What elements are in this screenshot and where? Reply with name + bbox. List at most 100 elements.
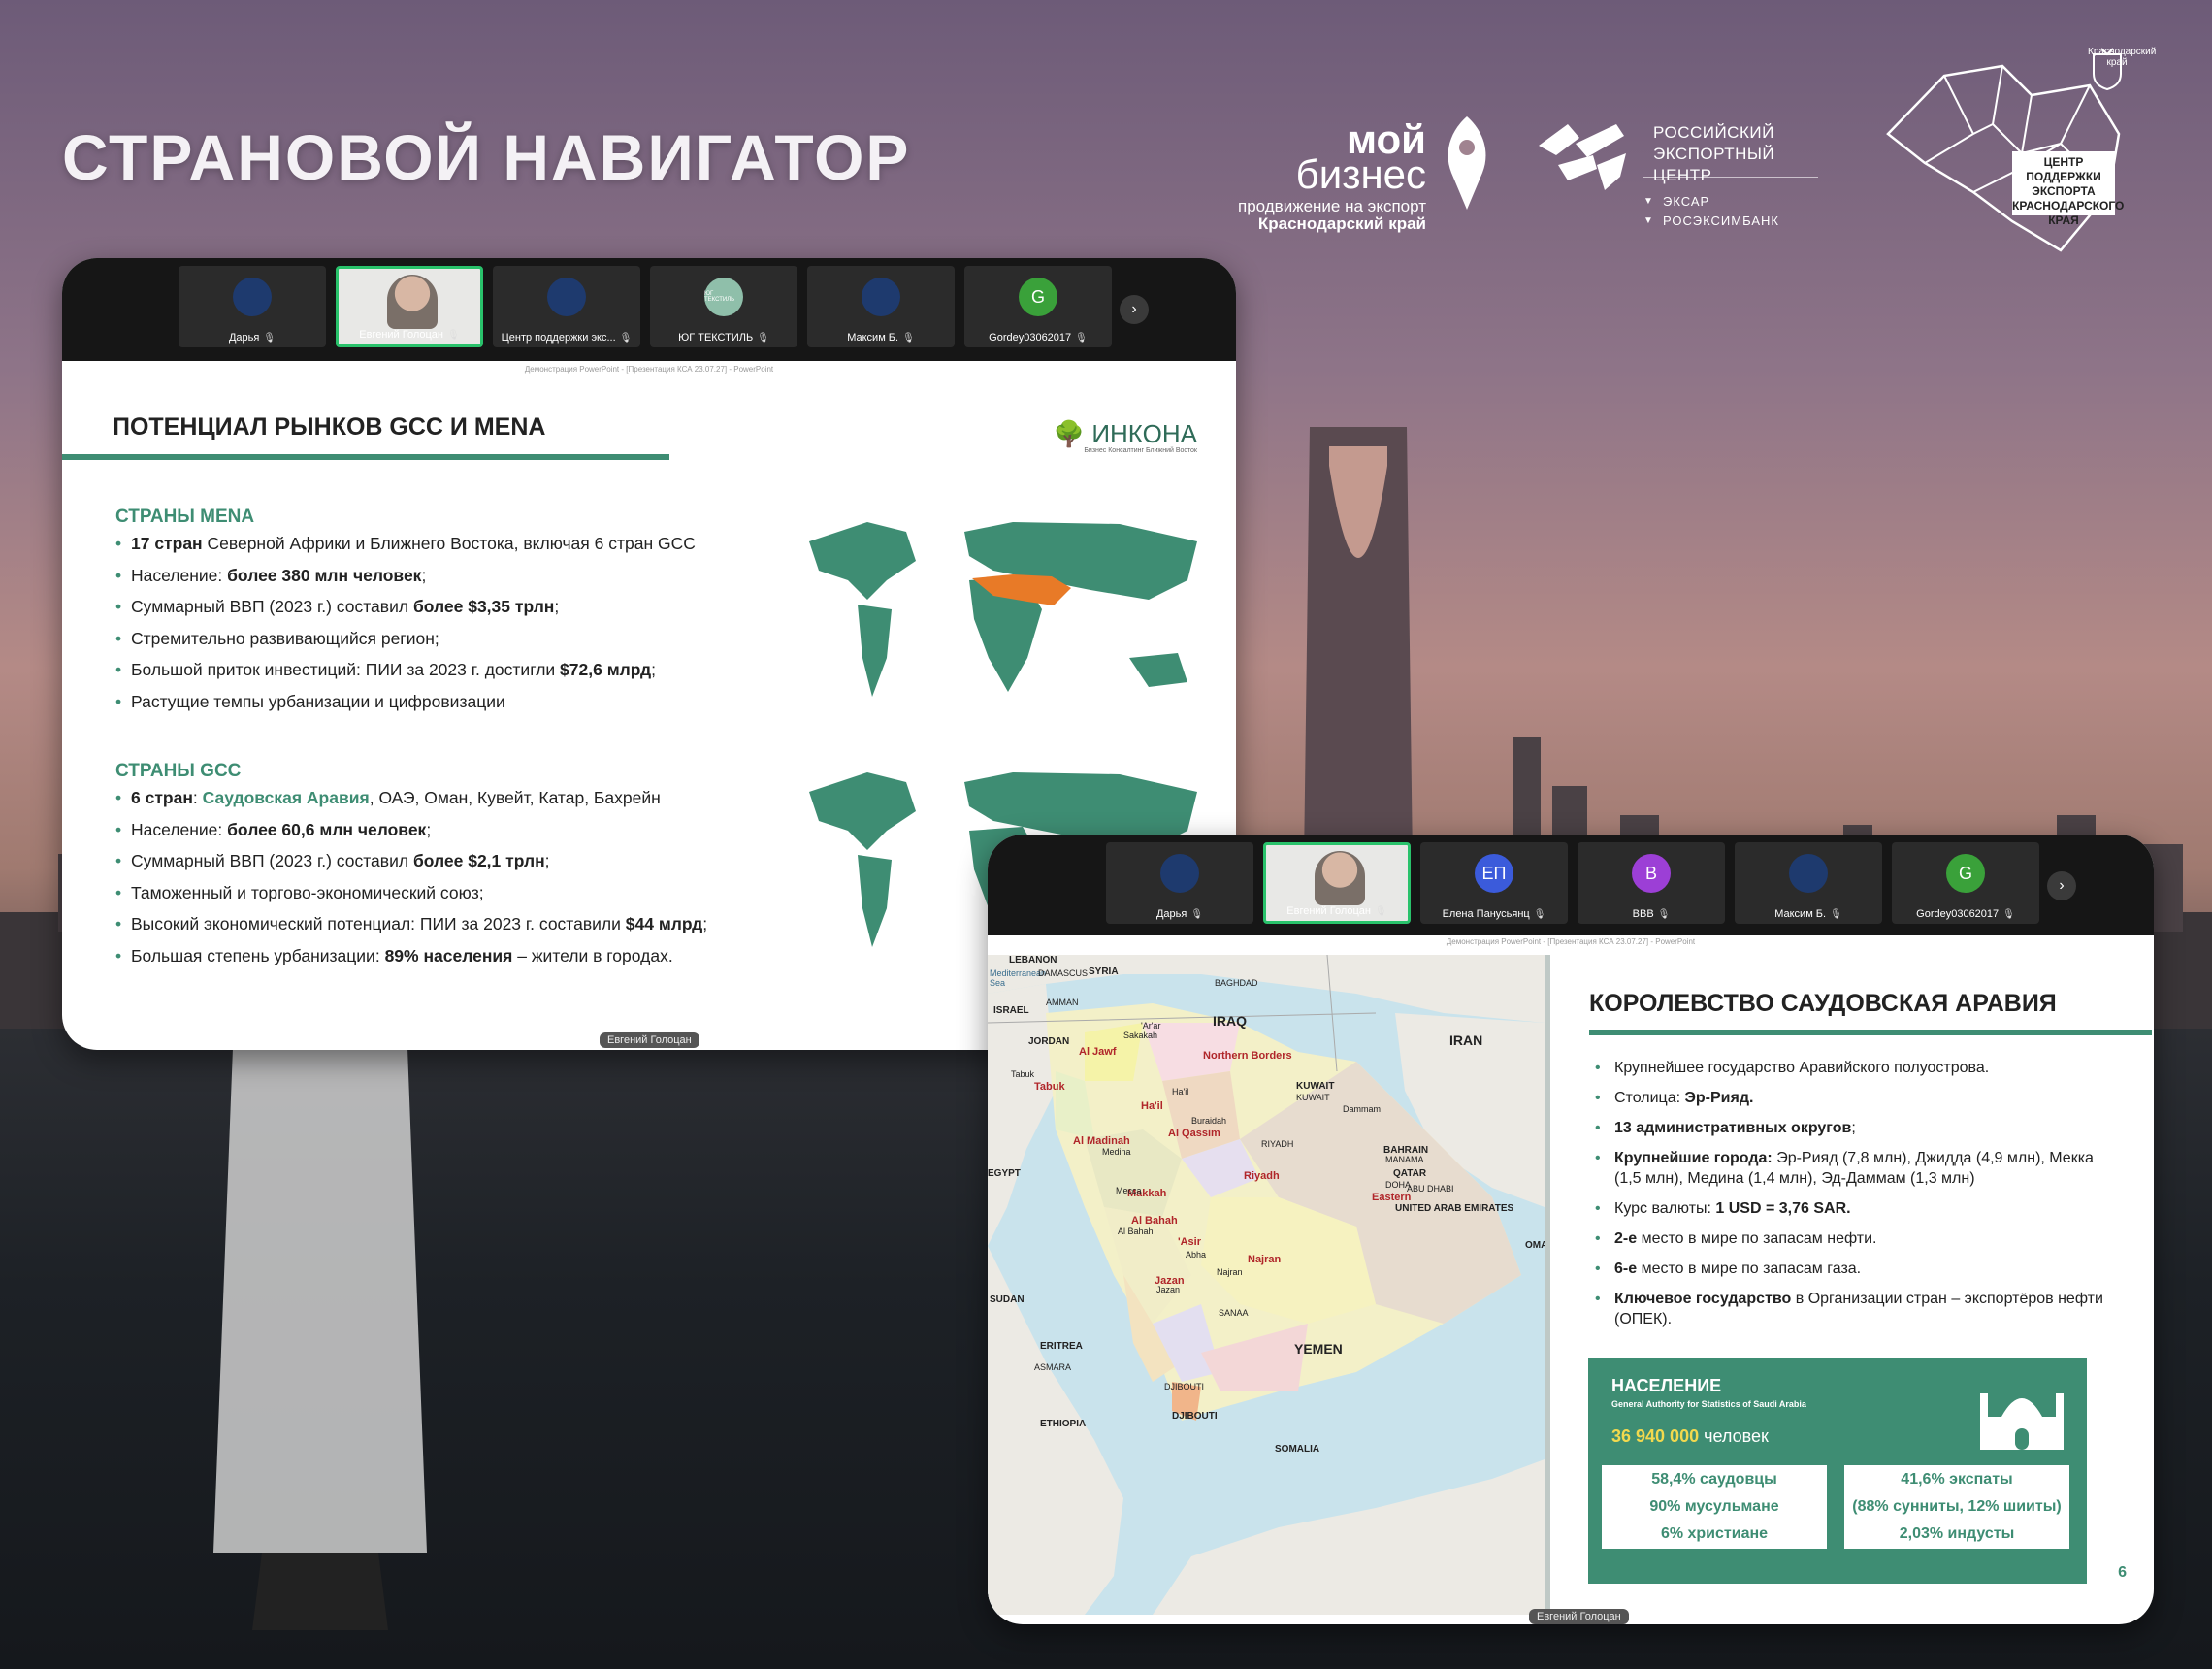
page-title: СТРАНОВОЙ НАВИГАТОР <box>62 121 911 193</box>
rec-mark-icon <box>1539 124 1626 190</box>
participant-avatar: G <box>1946 854 1985 893</box>
participant-tile[interactable]: G Gordey03062017 🎙 <box>1892 842 2039 924</box>
bullet-bold-text: $72,6 млрд <box>560 660 652 680</box>
saudi-arabia-map: LEBANON SYRIA ISRAEL JORDAN IRAQ IRAN KUWAIT BA… <box>988 955 1547 1615</box>
map-city-label: ASMARA <box>1034 1362 1072 1372</box>
map-city-label: Abha <box>1186 1250 1207 1260</box>
map-country-label: SYRIA <box>1089 966 1119 977</box>
participant-tile[interactable]: Дарья 🎙 <box>1106 842 1253 924</box>
bullet-text: Население: <box>131 565 228 585</box>
bullet-item: Население: более 60,6 млн человек; <box>115 814 707 846</box>
triangle-icon: ▼ <box>1643 196 1653 207</box>
muted-mic-icon: 🎙 <box>902 333 915 344</box>
map-country-label: SUDAN <box>990 1294 1025 1305</box>
participant-tile[interactable]: ЕП Елена Панусьянц 🎙 <box>1420 842 1568 924</box>
participant-name: Центр поддержки экс... 🎙 <box>493 332 640 344</box>
bullet-text: Стремительно развивающийся регион; <box>131 628 439 648</box>
participant-tile[interactable]: Евгений Голоцан 🎙 <box>336 266 483 347</box>
inkona-brand: ИНКОНА <box>1091 419 1197 448</box>
bullet-item: Высокий экономический потенциал: ПИИ за … <box>115 908 707 940</box>
next-participants-button[interactable]: › <box>2047 871 2076 900</box>
bullet-text: ; <box>554 597 560 617</box>
map-city-label: DAMASCUS <box>1038 968 1089 978</box>
map-region-label: Al Bahah <box>1131 1215 1178 1227</box>
bullet-bold-text: 1 USD = 3,76 SAR. <box>1715 1200 1851 1217</box>
map-country-label: LEBANON <box>1009 955 1057 965</box>
participant-tile[interactable]: G Gordey03062017 🎙 <box>964 266 1112 347</box>
population-unit: человек <box>1699 1426 1769 1446</box>
bullet-bold-text: более $2,1 трлн <box>412 851 545 871</box>
participant-tile[interactable]: Дарья 🎙 <box>179 266 326 347</box>
map-city-label: DJIBOUTI <box>1164 1382 1205 1391</box>
participant-avatar: ЕП <box>1475 854 1513 893</box>
participant-tile[interactable]: ЮГ ТЕКСТИЛЬ ЮГ ТЕКСТИЛЬ 🎙 <box>650 266 797 347</box>
map-region-label: Al Jawf <box>1079 1046 1117 1058</box>
rec-logo: РОССИЙСКИЙ ЭКСПОРТНЫЙ ЦЕНТР ▼ ЭКСАР ▼ РО… <box>1529 109 1820 235</box>
bullet-text: Население: <box>131 819 228 839</box>
bullet-text: место в мире по запасам газа. <box>1637 1260 1862 1277</box>
bullet-item: Большой приток инвестиций: ПИИ за 2023 г… <box>115 654 696 686</box>
bullet-text: ; <box>1851 1120 1856 1136</box>
participant-strip: Дарья 🎙 Евгений Голоцан 🎙 Центр поддержки эк… <box>62 258 1236 361</box>
map-country-label: DJIBOUTI <box>1172 1411 1218 1422</box>
map-country-label: KUWAIT <box>1296 1081 1335 1092</box>
participant-video <box>1315 851 1365 905</box>
muted-mic-icon: 🎙 <box>2002 909 2015 920</box>
participant-tile[interactable]: Евгений Голоцан 🎙 <box>1263 842 1411 924</box>
bullet-bold-text: более 380 млн человек <box>227 565 422 585</box>
bullet-item: Крупнейшее государство Аравийского полуо… <box>1591 1058 2115 1078</box>
map-city-label: Tabuk <box>1011 1069 1035 1079</box>
participant-name-text: Максим Б. <box>1774 908 1827 920</box>
bullet-item: Таможенный и торгово-экономический союз; <box>115 877 707 909</box>
map-city-label: RIYADH <box>1261 1139 1294 1149</box>
gcc-bullet-list: 6 стран: Саудовская Аравия, ОАЭ, Оман, К… <box>115 782 707 972</box>
map-city-label: Dammam <box>1343 1104 1382 1114</box>
mosque-icon <box>1980 1393 2064 1450</box>
bullet-item: 17 стран Северной Африки и Ближнего Вост… <box>115 528 696 560</box>
mena-bullet-list: 17 стран Северной Африки и Ближнего Вост… <box>115 528 696 718</box>
export-center-label: ЦЕНТР ПОДДЕРЖКИ ЭКСПОРТА КРАСНОДАРСКОГО … <box>2012 151 2124 227</box>
participant-name: ВВВ 🎙 <box>1578 908 1725 920</box>
participant-name-text: Евгений Голоцан <box>359 329 444 341</box>
population-stat-pill: 58,4% саудовцы <box>1602 1465 1827 1494</box>
map-region-label: 'Asir <box>1178 1236 1202 1248</box>
participant-tile[interactable]: Максим Б. 🎙 <box>1735 842 1882 924</box>
meeting-window-saudi: Дарья 🎙 Евгений Голоцан 🎙 ЕП Елена Панусьянц 🎙… <box>988 834 2154 1624</box>
participant-tile[interactable]: Центр поддержки экс... 🎙 <box>493 266 640 347</box>
population-stat-pill: 90% мусульмане <box>1602 1492 1827 1522</box>
participant-tile[interactable]: В ВВВ 🎙 <box>1578 842 1725 924</box>
slide-page-number: 6 <box>2118 1564 2127 1581</box>
population-stat-pill: 2,03% индусты <box>1844 1520 2069 1549</box>
muted-mic-icon: 🎙 <box>1190 909 1204 920</box>
muted-mic-icon: 🎙 <box>757 333 769 344</box>
bullet-text: Суммарный ВВП (2023 г.) составил <box>131 597 413 617</box>
bullet-item: 13 административных округов; <box>1591 1118 2115 1138</box>
next-participants-button[interactable]: › <box>1120 295 1149 324</box>
participant-tile[interactable]: Максим Б. 🎙 <box>807 266 955 347</box>
inkona-logo: 🌳 ИНКОНА Бизнес Консалтинг Ближний Восто… <box>1054 419 1197 454</box>
participant-name: Елена Панусьянц 🎙 <box>1420 908 1568 920</box>
speaker-name-tag: Евгений Голоцан <box>600 1032 699 1048</box>
bullet-item: Большая степень урбанизации: 89% населен… <box>115 940 707 972</box>
participant-avatar <box>233 278 272 316</box>
map-country-label: ETHIOPIA <box>1040 1419 1087 1429</box>
population-heading: НАСЕЛЕНИЕ <box>1611 1376 1722 1395</box>
bullet-item: Крупнейшие города: Эр-Рияд (7,8 млн), Дж… <box>1591 1148 2115 1189</box>
map-country-label: QATAR <box>1393 1168 1427 1179</box>
map-city-label: Buraidah <box>1191 1116 1227 1126</box>
bullet-bold-text: Крупнейшие города: <box>1614 1150 1773 1166</box>
participant-name-text: ЮГ ТЕКСТИЛЬ <box>678 332 754 344</box>
muted-mic-icon: 🎙 <box>1830 909 1842 920</box>
bullet-item: Растущие темпы урбанизации и цифровизаци… <box>115 686 696 718</box>
map-region-label: Najran <box>1248 1254 1282 1265</box>
bullet-text: Растущие темпы урбанизации и цифровизаци… <box>131 691 505 711</box>
population-stat-pill: (88% сунниты, 12% шииты) <box>1844 1492 2069 1522</box>
map-city-label: Al Bahah <box>1118 1227 1154 1236</box>
muted-mic-icon: 🎙 <box>1657 909 1671 920</box>
muted-mic-icon: 🎙 <box>1533 909 1546 920</box>
participant-name: Gordey03062017 🎙 <box>964 332 1112 344</box>
participant-name-text: Дарья <box>1155 908 1187 920</box>
bullet-bold-text: 6-е <box>1614 1260 1638 1277</box>
participant-name-text: Дарья <box>228 332 260 344</box>
participant-name: Евгений Голоцан 🎙 <box>1266 905 1408 917</box>
